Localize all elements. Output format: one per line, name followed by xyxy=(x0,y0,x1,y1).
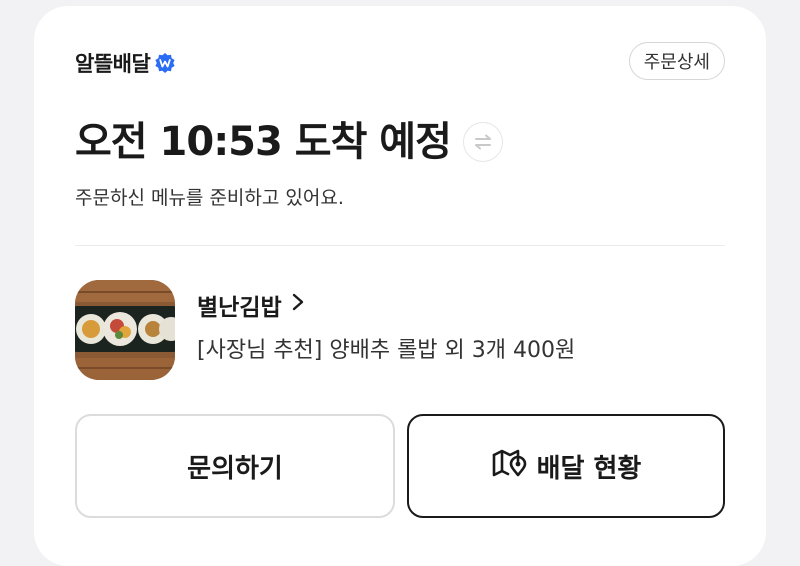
delivery-status-button-label: 배달 현황 xyxy=(536,453,642,484)
status-message: 주문하신 메뉴를 준비하고 있어요. xyxy=(75,187,344,209)
store-name: 별난김밥 xyxy=(197,295,282,321)
gimbap-thumbnail xyxy=(75,280,175,380)
store-row[interactable]: 별난김밥 [사장님 추천] 양배추 롤밥 외 3개 400원 xyxy=(75,280,725,382)
store-name-link[interactable]: 별난김밥 xyxy=(197,288,306,322)
eta-title: 오전 10:53 도착 예정 xyxy=(75,119,452,165)
verified-w-icon xyxy=(154,52,176,74)
chevron-right-icon xyxy=(290,292,306,318)
inquiry-button[interactable]: 문의하기 xyxy=(75,414,395,518)
divider xyxy=(75,245,725,246)
eta-row: 오전 10:53 도착 예정 xyxy=(75,114,503,170)
order-detail-button[interactable]: 주문상세 xyxy=(628,42,725,80)
swap-arrows-icon[interactable] xyxy=(462,122,503,162)
order-card: 알뜰배달 주문상세 오전 10:53 도착 예정 주문하신 메뉴를 준비하고 있… xyxy=(34,6,766,566)
order-summary: [사장님 추천] 양배추 롤밥 외 3개 400원 xyxy=(197,338,576,363)
card-header: 알뜰배달 주문상세 xyxy=(75,42,725,86)
map-pin-icon xyxy=(491,448,527,485)
brand: 알뜰배달 xyxy=(75,48,176,78)
delivery-status-button[interactable]: 배달 현황 xyxy=(407,414,725,518)
inquiry-button-label: 문의하기 xyxy=(187,453,283,484)
brand-name: 알뜰배달 xyxy=(75,52,151,76)
